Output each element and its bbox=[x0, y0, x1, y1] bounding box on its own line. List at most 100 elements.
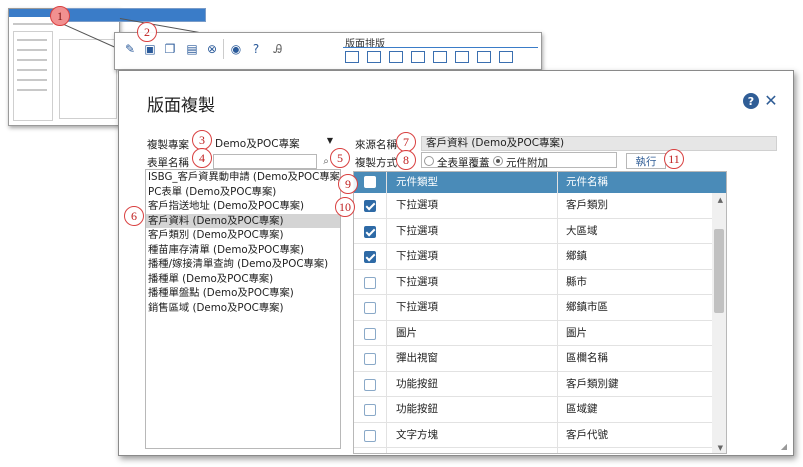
distribute-v-icon[interactable] bbox=[499, 51, 513, 63]
align-bottom-icon[interactable] bbox=[367, 51, 381, 63]
align-center-icon[interactable] bbox=[433, 51, 447, 63]
row-checkbox[interactable] bbox=[364, 225, 376, 238]
thumb-line bbox=[17, 69, 47, 71]
scroll-up-icon[interactable]: ▲ bbox=[718, 196, 723, 204]
scroll-down-icon[interactable]: ▼ bbox=[718, 444, 723, 452]
table-row[interactable]: 下拉選項 鄉鎮市區 bbox=[354, 295, 726, 321]
list-item[interactable]: 播種單盤點 (Demo及POC專案) bbox=[146, 286, 340, 301]
copy-icon[interactable]: ❐ bbox=[161, 41, 179, 57]
table-row[interactable]: 文字方塊 客戶代號 bbox=[354, 423, 726, 448]
translate-icon[interactable]: Ꭿ bbox=[269, 41, 287, 57]
callout-marker-9: 9 bbox=[338, 174, 358, 194]
save-icon[interactable]: ▤ bbox=[183, 41, 201, 57]
edit-icon[interactable]: ✎ bbox=[121, 41, 139, 57]
table-row[interactable]: 功能按鈕 區域鍵 bbox=[354, 397, 726, 423]
row-checkbox[interactable] bbox=[364, 378, 376, 391]
project-select-value: Demo及POC專案 bbox=[215, 138, 300, 150]
form-name-label: 表單名稱 bbox=[147, 157, 189, 169]
help-icon[interactable]: ? bbox=[743, 93, 759, 109]
layout-group-underline bbox=[343, 47, 538, 48]
cell-type: 下拉選項 bbox=[396, 224, 438, 237]
select-all-checkbox[interactable] bbox=[364, 176, 376, 188]
table-scrollbar[interactable]: ▲ ▼ bbox=[712, 193, 726, 453]
form-list[interactable]: ISBG_客戶資異動申請 (Demo及POC專案) PC表單 (Demo及POC專… bbox=[145, 169, 341, 449]
list-item[interactable]: 播種/嫁接清單查詢 (Demo及POC專案) bbox=[146, 257, 340, 272]
form-name-input[interactable] bbox=[213, 154, 317, 169]
project-select[interactable]: Demo及POC專案 ▼ bbox=[215, 136, 337, 150]
component-table: 元件類型 元件名稱 下拉選項 客戶類別 下拉選項 大區域 下拉選項 鄉鎮 下拉選項 縣市 下拉選… bbox=[353, 171, 727, 454]
radio-full-overwrite[interactable] bbox=[424, 156, 434, 166]
cell-name: 圖片 bbox=[566, 326, 587, 339]
cell-name: 大區域 bbox=[566, 224, 598, 237]
cell-type: 彈出視窗 bbox=[396, 352, 438, 364]
help-icon[interactable]: ? bbox=[247, 41, 265, 57]
close-icon[interactable]: ✕ bbox=[763, 91, 779, 110]
callout-marker-6: 6 bbox=[124, 206, 144, 226]
thumb-line bbox=[17, 79, 47, 81]
table-row[interactable]: 下拉選項 客戶類別 bbox=[354, 193, 726, 219]
cell-name: 縣市 bbox=[566, 275, 587, 288]
source-label: 來源名稱 bbox=[355, 139, 397, 151]
cell-name: 客戶代號 bbox=[566, 428, 608, 441]
cell-type: 下拉選項 bbox=[396, 199, 438, 211]
row-checkbox[interactable] bbox=[364, 404, 376, 416]
thumb-line bbox=[17, 39, 47, 41]
callout-marker-7: 7 bbox=[396, 132, 416, 152]
callout-marker-11: 11 bbox=[664, 149, 684, 169]
callout-marker-5: 5 bbox=[330, 148, 350, 168]
row-checkbox[interactable] bbox=[364, 276, 376, 289]
table-row[interactable]: 圖片 圖片 bbox=[354, 321, 726, 346]
cell-type: 文字方塊 bbox=[396, 428, 438, 441]
distribute-h-icon[interactable] bbox=[477, 51, 491, 63]
table-row[interactable]: 下拉選項 鄉鎮 bbox=[354, 244, 726, 270]
row-checkbox[interactable] bbox=[364, 353, 376, 365]
cell-type: 功能按鈕 bbox=[396, 403, 438, 415]
callout-marker-2: 2 bbox=[137, 22, 157, 42]
table-header: 元件類型 元件名稱 bbox=[354, 172, 726, 193]
preview-icon[interactable]: ◉ bbox=[227, 41, 245, 57]
header-name: 元件名稱 bbox=[566, 176, 608, 188]
delete-icon[interactable]: ⊗ bbox=[203, 41, 221, 57]
list-item[interactable]: 銷售區域 (Demo及POC專案) bbox=[146, 301, 340, 316]
toolbar-divider bbox=[223, 39, 224, 59]
row-checkbox[interactable] bbox=[364, 251, 376, 263]
dialog-title: 版面複製 bbox=[147, 96, 215, 116]
table-row[interactable]: 下拉選項 大區域 bbox=[354, 219, 726, 244]
cell-name: 區欄名稱 bbox=[566, 352, 608, 364]
app-thumbnail bbox=[8, 8, 120, 126]
row-checkbox[interactable] bbox=[364, 200, 376, 212]
table-row[interactable]: 功能按鈕 客戶類別鍵 bbox=[354, 372, 726, 397]
thumb-panel bbox=[13, 31, 53, 121]
copy-layout-icon[interactable]: ▣ bbox=[141, 41, 159, 57]
radio-append-components[interactable] bbox=[493, 156, 503, 166]
thumb-line bbox=[17, 59, 47, 61]
row-checkbox[interactable] bbox=[364, 302, 376, 314]
align-top-icon[interactable] bbox=[345, 51, 359, 63]
align-right-icon[interactable] bbox=[411, 51, 425, 63]
callout-marker-10: 10 bbox=[335, 197, 355, 217]
thumb-line bbox=[17, 89, 47, 91]
cell-name: 鄉鎮市區 bbox=[566, 301, 608, 313]
list-item[interactable]: PC表單 (Demo及POC專案) bbox=[146, 185, 340, 200]
list-item[interactable]: ISBG_客戶資異動申請 (Demo及POC專案) bbox=[146, 170, 340, 185]
row-checkbox[interactable] bbox=[364, 327, 376, 340]
list-item[interactable]: 客戶類別 (Demo及POC專案) bbox=[146, 228, 340, 243]
radio-append-components-label: 元件附加 bbox=[506, 157, 548, 169]
list-item[interactable]: 客戶資料 (Demo及POC專案) bbox=[146, 213, 340, 228]
list-item[interactable]: 種苗庫存清單 (Demo及POC專案) bbox=[146, 243, 340, 258]
list-item[interactable]: 客戶指送地址 (Demo及POC專案) bbox=[146, 199, 340, 214]
callout-marker-3: 3 bbox=[192, 130, 212, 150]
scrollbar-thumb[interactable] bbox=[714, 229, 724, 313]
thumb-line bbox=[13, 23, 53, 25]
execute-button[interactable]: 執行 bbox=[626, 153, 666, 169]
align-left-icon[interactable] bbox=[389, 51, 403, 63]
table-row[interactable]: 下拉選項 縣市 bbox=[354, 270, 726, 295]
row-checkbox[interactable] bbox=[364, 429, 376, 442]
chevron-down-icon: ▼ bbox=[326, 136, 333, 145]
resize-grip-icon[interactable]: ◢ bbox=[781, 442, 787, 451]
cell-name: 客戶類別鍵 bbox=[566, 377, 619, 390]
align-middle-icon[interactable] bbox=[455, 51, 469, 63]
table-row[interactable]: 彈出視窗 區欄名稱 bbox=[354, 346, 726, 372]
thumb-canvas bbox=[59, 39, 117, 119]
list-item[interactable]: 播種單 (Demo及POC專案) bbox=[146, 272, 340, 287]
